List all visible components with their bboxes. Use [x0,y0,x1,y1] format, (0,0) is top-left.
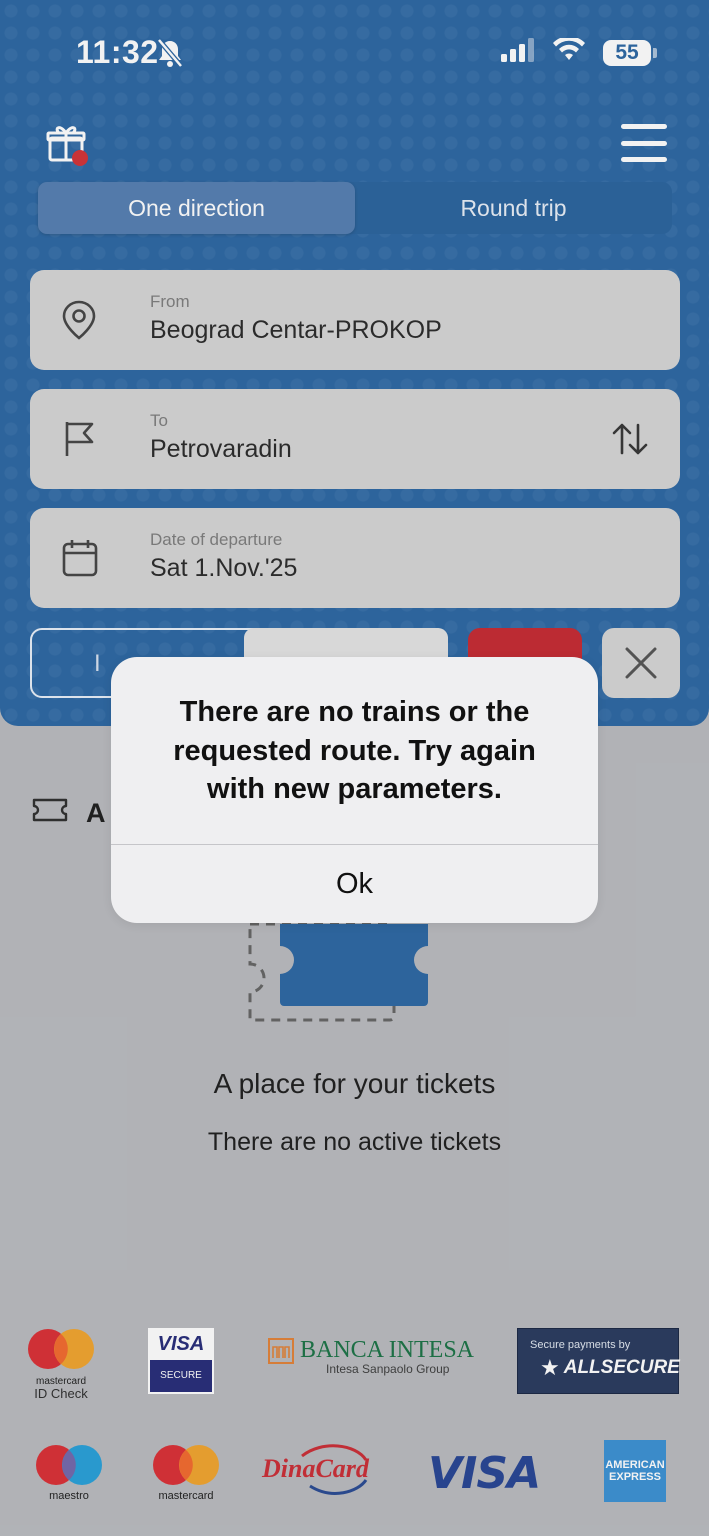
alert-message: There are no trains or the requested rou… [173,696,536,806]
alert-ok-button[interactable]: Ok [111,845,598,923]
no-trains-alert: There are no trains or the requested rou… [111,657,598,923]
